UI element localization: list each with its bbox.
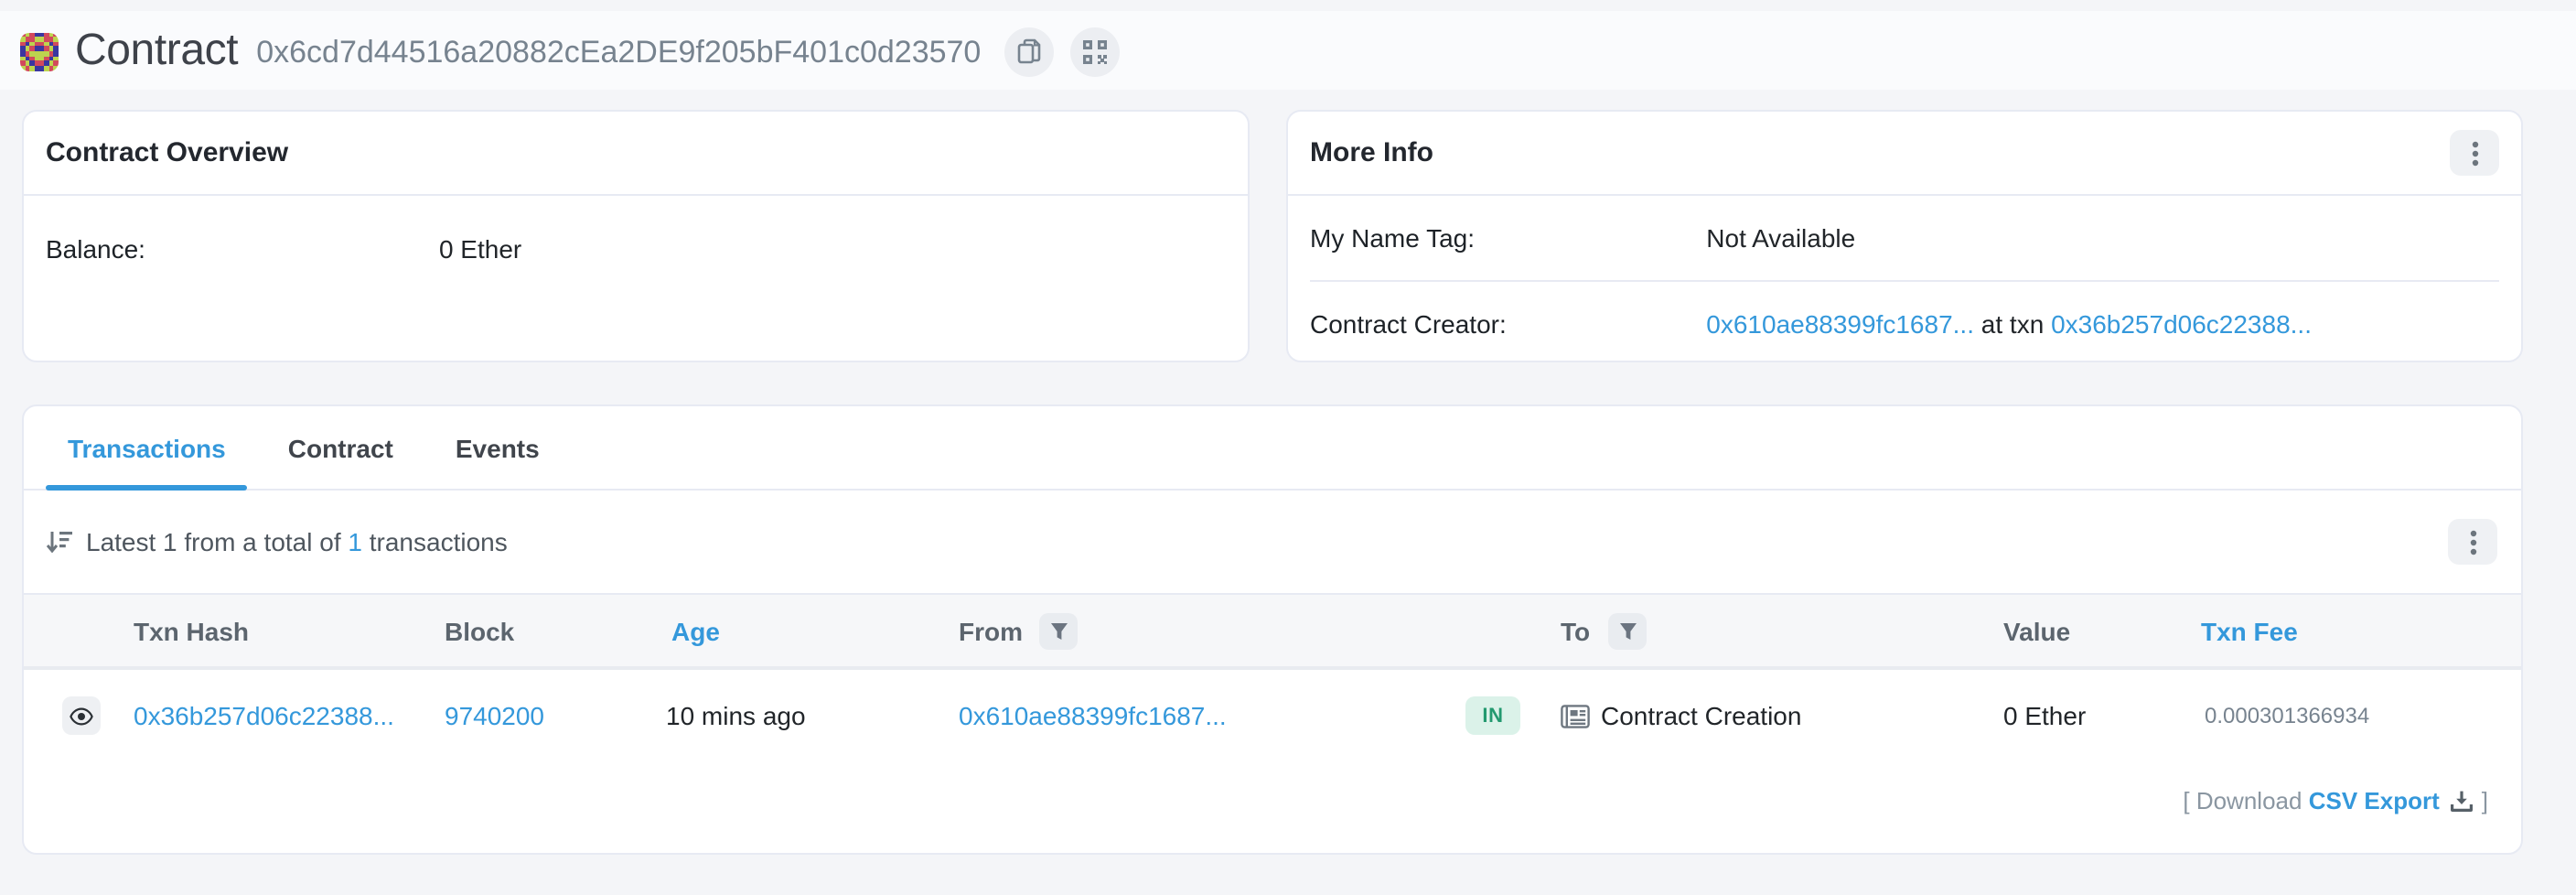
- column-header-age[interactable]: Age: [671, 616, 720, 645]
- transaction-row: 0x36b257d06c22388... 9740200 10 mins ago…: [24, 670, 2521, 761]
- more-info-card: More Info My Name Tag: Not Available Con…: [1286, 110, 2523, 362]
- direction-badge: IN: [1465, 696, 1520, 735]
- page-title: Contract: [75, 26, 238, 77]
- tab-events[interactable]: Events: [434, 406, 562, 489]
- more-info-title: More Info: [1310, 137, 1433, 168]
- summary-suffix: transactions: [362, 527, 508, 556]
- contract-creator-value: 0x610ae88399fc1687... at txn 0x36b257d06…: [1706, 309, 2499, 339]
- transactions-table-header: Txn Hash Block Age From To Value Txn Fee: [24, 593, 2521, 670]
- kebab-icon: [2469, 529, 2476, 555]
- contract-address: 0x6cd7d44516a20882cEa2DE9f205bF401c0d235…: [256, 35, 981, 71]
- tab-transactions[interactable]: Transactions: [46, 406, 248, 489]
- txn-hash-link[interactable]: 0x36b257d06c22388...: [134, 701, 394, 730]
- creator-address-link[interactable]: 0x610ae88399fc1687...: [1706, 309, 1974, 339]
- contract-creation-icon: [1561, 704, 1590, 728]
- qr-code-icon: [1083, 39, 1107, 63]
- txn-preview-button[interactable]: [62, 696, 101, 735]
- summary-prefix: Latest 1 from a total of: [86, 527, 348, 556]
- age-value: 10 mins ago: [666, 701, 806, 730]
- eye-icon: [70, 706, 93, 725]
- name-tag-row: My Name Tag: Not Available: [1288, 196, 2521, 280]
- contract-creator-label: Contract Creator:: [1310, 309, 1706, 339]
- column-header-to: To: [1561, 616, 1590, 645]
- column-header-txn-fee[interactable]: Txn Fee: [2201, 616, 2298, 645]
- column-header-txn-hash: Txn Hash: [134, 616, 249, 645]
- from-filter-button[interactable]: [1039, 612, 1078, 649]
- block-link[interactable]: 9740200: [445, 701, 544, 730]
- to-filter-button[interactable]: [1608, 612, 1647, 649]
- download-prefix: [ Download: [2183, 786, 2302, 814]
- column-header-block: Block: [445, 616, 514, 645]
- column-header-value: Value: [2003, 616, 2070, 645]
- balance-label: Balance:: [46, 234, 439, 264]
- copy-icon: [1017, 38, 1041, 64]
- kebab-icon: [2471, 140, 2478, 166]
- csv-export-row: [ Download CSV Export ]: [24, 778, 2521, 822]
- name-tag-label: My Name Tag:: [1310, 223, 1706, 253]
- summary-count-link[interactable]: 1: [348, 527, 362, 556]
- csv-export-link[interactable]: CSV Export: [2309, 786, 2440, 814]
- to-cell: Contract Creation: [1561, 701, 1801, 730]
- transactions-card: Transactions Contract Events Latest 1 fr…: [22, 404, 2523, 855]
- name-tag-value: Not Available: [1706, 223, 2499, 253]
- contract-creator-row: Contract Creator: 0x610ae88399fc1687... …: [1288, 282, 2521, 366]
- page: Contract 0x6cd7d44516a20882cEa2DE9f205bF…: [0, 0, 2576, 895]
- to-value: Contract Creation: [1601, 701, 1801, 730]
- qr-code-button[interactable]: [1070, 27, 1120, 76]
- value-cell: 0 Ether: [2003, 701, 2086, 730]
- sort-descending-icon: [46, 528, 73, 555]
- from-address-link[interactable]: 0x610ae88399fc1687...: [959, 701, 1227, 730]
- balance-row: Balance: 0 Ether: [24, 207, 1248, 291]
- download-icon: [2451, 791, 2474, 813]
- page-header: Contract 0x6cd7d44516a20882cEa2DE9f205bF…: [20, 26, 1120, 77]
- tab-bar: Transactions Contract Events: [24, 406, 2521, 491]
- more-info-menu-button[interactable]: [2450, 130, 2499, 176]
- contract-overview-title: Contract Overview: [46, 137, 288, 168]
- download-suffix: ]: [2482, 786, 2488, 814]
- txn-fee-value: 0.000301366934: [2205, 703, 2369, 728]
- filter-icon: [1618, 621, 1637, 640]
- transactions-menu-button[interactable]: [2448, 519, 2497, 565]
- column-header-from: From: [959, 616, 1023, 645]
- address-identicon: [20, 32, 59, 70]
- transactions-summary-row: Latest 1 from a total of 1 transactions: [24, 491, 2521, 593]
- more-info-header: More Info: [1288, 112, 2521, 196]
- creator-infix-text: at txn: [1974, 309, 2051, 339]
- balance-value: 0 Ether: [439, 234, 1226, 264]
- creator-txn-link[interactable]: 0x36b257d06c22388...: [2051, 309, 2312, 339]
- tab-contract[interactable]: Contract: [266, 406, 415, 489]
- filter-icon: [1049, 621, 1068, 640]
- contract-overview-header: Contract Overview: [24, 112, 1248, 196]
- contract-overview-card: Contract Overview Balance: 0 Ether: [22, 110, 1250, 362]
- copy-address-button[interactable]: [1004, 27, 1054, 76]
